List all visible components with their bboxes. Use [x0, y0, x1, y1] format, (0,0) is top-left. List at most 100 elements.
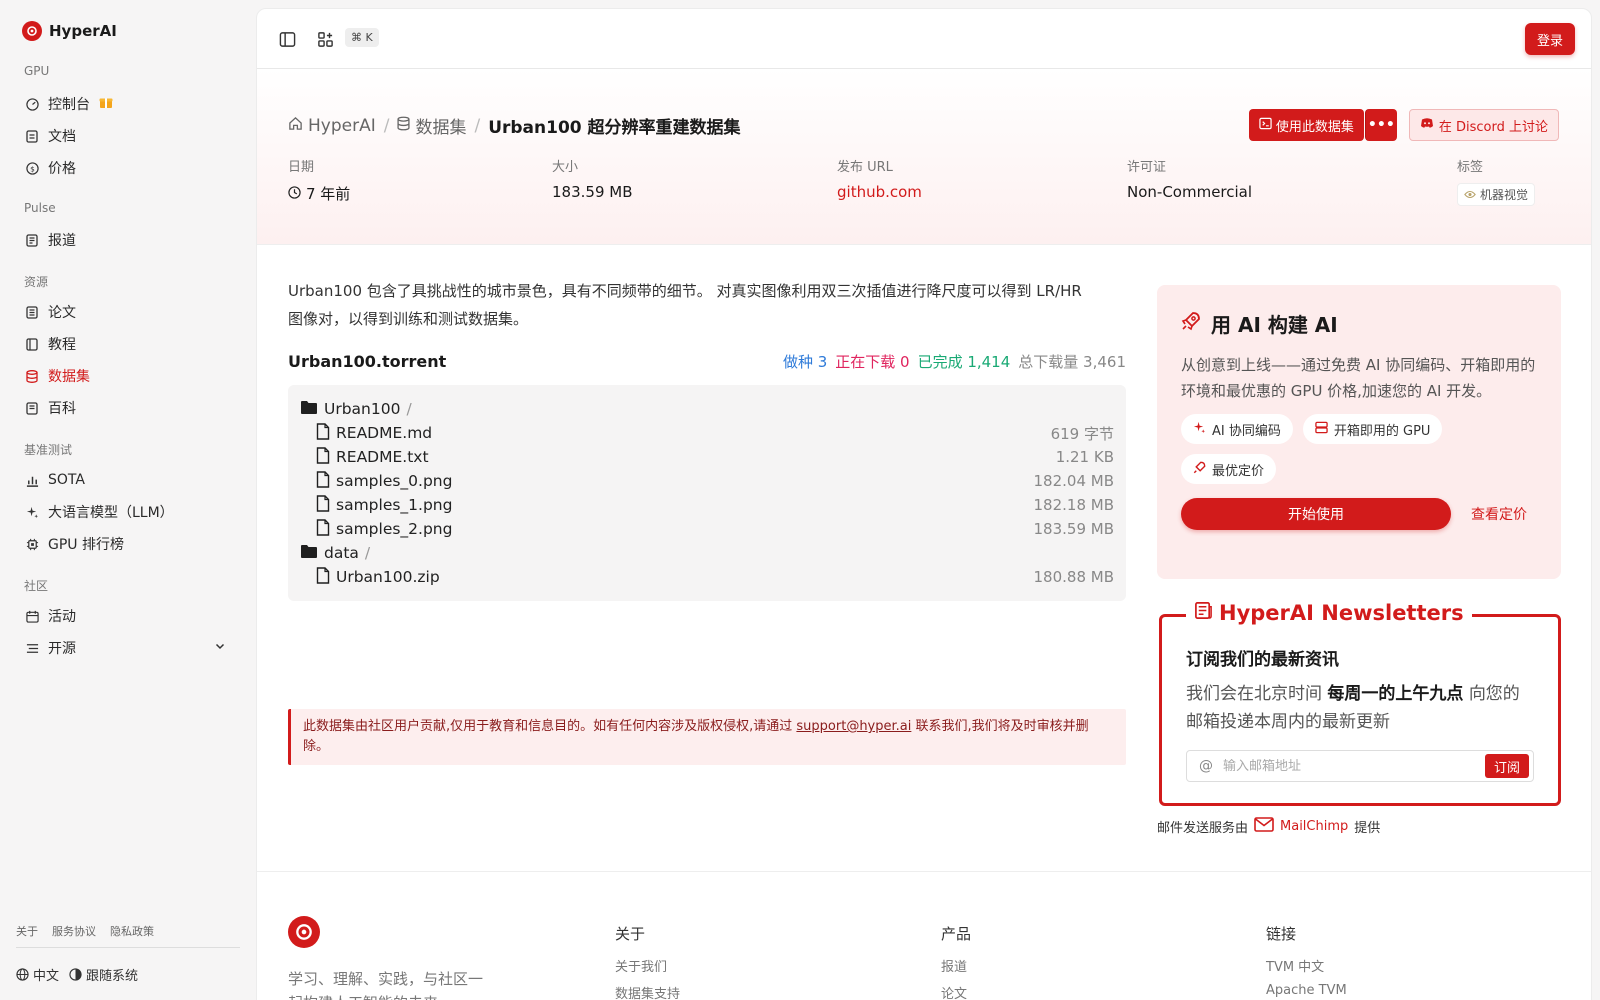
build-ai-card: 用 AI 构建 AI 从创意到上线——通过免费 AI 协同编码、开箱即用的环境和… — [1157, 285, 1561, 579]
calendar-icon — [25, 609, 39, 623]
list-icon — [25, 641, 39, 655]
folder-icon — [300, 400, 318, 419]
sidebar-item-label: 报道 — [48, 233, 76, 249]
email-input[interactable] — [1223, 758, 1485, 774]
discord-icon — [1420, 117, 1434, 133]
sidebar-toggle-icon[interactable] — [277, 29, 297, 49]
feature-chip-gpu: 开箱即用的 GPU — [1302, 414, 1443, 444]
newsletter-desc-before: 我们会在北京时间 — [1186, 684, 1322, 704]
sidebar-item-datasets[interactable]: 数据集 — [16, 361, 240, 391]
footer-link[interactable]: TVM 中文 — [1266, 956, 1347, 975]
torrent-stats: 做种 3 正在下载 0 已完成 1,414 总下载量 3,461 — [783, 351, 1126, 372]
file-icon — [316, 494, 330, 516]
file-row[interactable]: Urban100.zip 180.88 MB — [300, 565, 1114, 589]
about-link[interactable]: 关于 — [16, 923, 38, 939]
breadcrumb-datasets[interactable]: 数据集 — [397, 113, 466, 138]
file-row[interactable]: samples_0.png 182.04 MB — [300, 469, 1114, 493]
sidebar-item-label: 大语言模型（LLM） — [48, 505, 174, 521]
sparkle-icon — [1193, 421, 1206, 438]
main-panel: ⌘ K 登录 HyperAI / 数据集 / Urban100 超分辨率重建数据… — [256, 8, 1592, 1000]
breadcrumb-home-label: HyperAI — [308, 115, 376, 136]
meta-size-value: 183.59 MB — [552, 183, 633, 201]
meta-url-link[interactable]: github.com — [837, 183, 922, 201]
privacy-link[interactable]: 隐私政策 — [110, 923, 154, 939]
newsletter-title-text: HyperAI Newsletters — [1219, 601, 1464, 625]
torrent-header: Urban100.torrent 做种 3 正在下载 0 已完成 1,414 总… — [288, 351, 1126, 372]
sidebar-item-label: 控制台 — [48, 97, 90, 113]
file-icon — [316, 518, 330, 540]
theme-label: 跟随系统 — [86, 969, 139, 984]
file-icon — [316, 566, 330, 588]
footer-logo-icon[interactable] — [288, 916, 320, 948]
login-button[interactable]: 登录 — [1525, 23, 1575, 55]
sidebar-item-open-source[interactable]: 开源 — [16, 633, 240, 663]
sidebar-item-label: 百科 — [48, 401, 76, 417]
footer-link[interactable]: 数据集支持 — [615, 983, 680, 1000]
meta-date-row: 7 年前 — [288, 183, 350, 204]
sidebar-item-llm[interactable]: 大语言模型（LLM） — [16, 497, 240, 527]
home-icon — [288, 116, 303, 136]
sidebar-footer-links: 关于 服务协议 隐私政策 — [16, 923, 154, 939]
view-pricing-link[interactable]: 查看定价 — [1471, 504, 1527, 524]
footer-link[interactable]: Apache TVM — [1266, 983, 1347, 998]
sidebar-item-console[interactable]: 控制台 — [16, 89, 240, 119]
notice-text-before: 此数据集由社区用户贡献,仅用于教育和信息目的。如有任何内容涉及版权侵权,请通过 — [303, 719, 793, 734]
language-switch[interactable]: 中文 — [16, 965, 59, 984]
chevron-down-icon[interactable] — [214, 640, 226, 656]
terminal-icon — [1259, 117, 1272, 134]
newsletter-description: 我们会在北京时间 每周一的上午九点 向您的邮箱投递本周内的最新更新 — [1186, 680, 1534, 736]
sidebar-item-tutorials[interactable]: 教程 — [16, 329, 240, 359]
sidebar-item-gpu-leaderboard[interactable]: GPU 排行榜 — [16, 529, 240, 559]
sidebar-item-papers[interactable]: 论文 — [16, 297, 240, 327]
sidebar-item-docs[interactable]: 文档 — [16, 121, 240, 151]
theme-switch[interactable]: 跟随系统 — [69, 965, 138, 984]
file-row[interactable]: README.txt 1.21 KB — [300, 445, 1114, 469]
sidebar-item-news[interactable]: 报道 — [16, 225, 240, 255]
sidebar-item-sota[interactable]: SOTA — [16, 465, 240, 495]
file-size: 1.21 KB — [1055, 448, 1114, 466]
file-row[interactable]: Urban100 / — [300, 397, 1114, 421]
mailchimp-link[interactable]: MailChimp — [1280, 819, 1348, 834]
torrent-name[interactable]: Urban100.torrent — [288, 352, 446, 371]
sidebar-item-pricing[interactable]: $ 价格 — [16, 153, 240, 183]
file-row[interactable]: data / — [300, 541, 1114, 565]
file-row[interactable]: samples_2.png 183.59 MB — [300, 517, 1114, 541]
sidebar-item-wiki[interactable]: 百科 — [16, 393, 240, 423]
file-name: README.txt — [336, 448, 429, 466]
gift-icon — [99, 95, 113, 113]
cta-title: 用 AI 构建 AI — [1181, 309, 1537, 338]
breadcrumb-home[interactable]: HyperAI — [288, 116, 376, 136]
doc-icon — [25, 129, 39, 143]
section-label-pulse: Pulse — [24, 201, 56, 215]
apps-icon[interactable] — [315, 29, 335, 49]
meta-size: 大小 183.59 MB — [552, 156, 633, 201]
use-dataset-label: 使用此数据集 — [1275, 119, 1354, 135]
get-started-button[interactable]: 开始使用 — [1181, 498, 1451, 530]
sidebar-item-label: SOTA — [48, 472, 85, 488]
page-title: Urban100 超分辨率重建数据集 — [488, 118, 741, 138]
terms-link[interactable]: 服务协议 — [52, 923, 96, 939]
mail-icon — [1254, 817, 1274, 836]
file-row[interactable]: README.md 619 字节 — [300, 421, 1114, 445]
file-row[interactable]: samples_1.png 182.18 MB — [300, 493, 1114, 517]
file-name: samples_2.png — [336, 520, 453, 538]
support-email-link[interactable]: support@hyper.ai — [796, 719, 911, 734]
subscribe-button[interactable]: 订阅 — [1484, 754, 1529, 778]
use-dataset-button[interactable]: 使用此数据集 — [1248, 109, 1364, 141]
footer-link[interactable]: 报道 — [941, 956, 971, 975]
newsletter-icon — [1194, 601, 1213, 625]
footer-col-title: 产品 — [941, 925, 972, 943]
footer-link[interactable]: 关于我们 — [615, 956, 680, 975]
footer-col-links: 链接 TVM 中文 Apache TVM — [1266, 923, 1347, 1000]
more-options-button[interactable]: ••• — [1364, 109, 1397, 141]
brand[interactable]: HyperAI — [22, 21, 117, 41]
footer-col-title: 关于 — [615, 925, 646, 943]
tag-chip[interactable]: 机器视觉 — [1457, 183, 1536, 206]
chip-label: 最优定价 — [1212, 463, 1265, 479]
footer-link[interactable]: 论文 — [941, 983, 971, 1000]
command-shortcut-badge[interactable]: ⌘ K — [345, 28, 379, 47]
sidebar-item-events[interactable]: 活动 — [16, 601, 240, 631]
meta-url-label: 发布 URL — [837, 160, 893, 175]
discord-button[interactable]: 在 Discord 上讨论 — [1408, 109, 1559, 141]
database-icon — [25, 369, 39, 383]
